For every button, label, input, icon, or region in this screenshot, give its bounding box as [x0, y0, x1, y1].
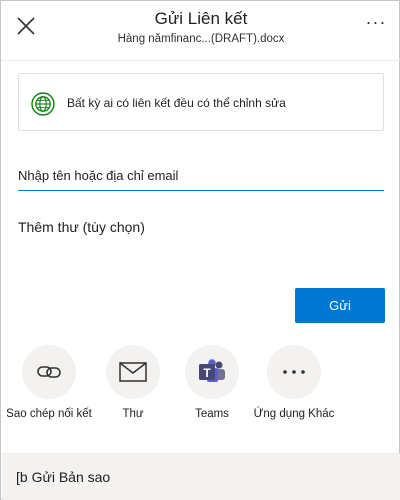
more-options-icon: ··· — [365, 12, 387, 32]
dialog-title: Gửi Liên kết — [154, 9, 248, 28]
permission-text: Bất kỳ ai có liên kết đều có thể chỉnh s… — [67, 96, 286, 110]
copy-link-circle — [22, 345, 76, 399]
copy-link-option[interactable]: Sao chép nối kết — [4, 345, 94, 420]
teams-option[interactable]: T Teams — [167, 345, 257, 420]
mail-circle — [106, 345, 160, 399]
send-link-dialog: Gửi Liên kết Hàng nămfinanc...(DRAFT).do… — [0, 0, 400, 500]
other-apps-option[interactable]: Ứng dụng Khác — [249, 345, 339, 420]
other-apps-label: Ứng dụng Khác — [253, 408, 335, 420]
recipient-input[interactable] — [18, 159, 384, 191]
mail-label: Thư — [122, 408, 144, 420]
send-button[interactable]: Gửi — [295, 288, 385, 323]
link-settings-button[interactable]: Bất kỳ ai có liên kết đều có thể chỉnh s… — [18, 73, 384, 131]
more-apps-icon — [283, 370, 305, 374]
teams-icon: T — [199, 359, 225, 382]
link-icon — [37, 366, 61, 378]
mail-icon — [119, 362, 147, 382]
message-input[interactable] — [18, 219, 384, 279]
send-copy-button[interactable]: [b Gửi Bản sao — [2, 453, 400, 500]
copy-link-label: Sao chép nối kết — [6, 408, 92, 420]
file-name: Hàng nămfinanc...(DRAFT).docx — [117, 33, 285, 45]
other-apps-circle — [267, 345, 321, 399]
send-copy-label: [b Gửi Bản sao — [16, 469, 111, 485]
teams-label: Teams — [195, 408, 229, 420]
svg-text:T: T — [203, 366, 211, 380]
dialog-header: Gửi Liên kết Hàng nămfinanc...(DRAFT).do… — [1, 1, 400, 61]
mail-option[interactable]: Thư — [88, 345, 178, 420]
more-options-button[interactable]: ··· — [363, 13, 389, 35]
globe-icon — [31, 92, 55, 116]
teams-circle: T — [185, 345, 239, 399]
